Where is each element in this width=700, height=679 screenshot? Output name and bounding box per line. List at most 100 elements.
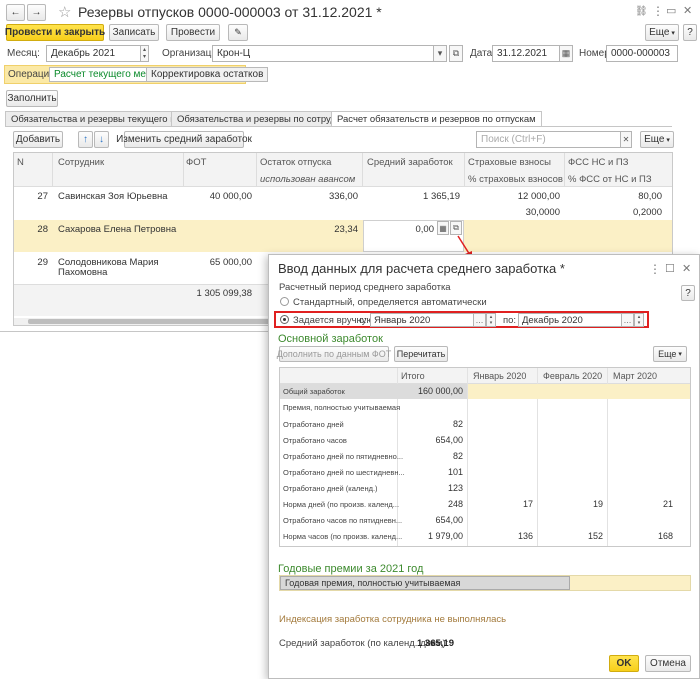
from-spinner[interactable]: ▴ ▾ xyxy=(486,313,496,327)
chevron-down-icon: ▾ xyxy=(678,351,682,358)
window-title: Резервы отпусков 0000-000003 от 31.12.20… xyxy=(78,4,382,20)
fill-button[interactable]: Заполнить xyxy=(6,90,58,107)
maximize-icon[interactable]: ☐ xyxy=(665,262,675,275)
row-label: Общий заработок xyxy=(283,387,345,396)
row-label: Отработано часов xyxy=(283,436,347,445)
move-down-button[interactable]: ↓ xyxy=(94,131,109,148)
month-field[interactable]: Декабрь 2021 xyxy=(46,45,141,62)
row-number: 28 xyxy=(37,224,48,235)
row-total: 654,00 xyxy=(435,515,463,525)
period-from-field[interactable]: Январь 2020 xyxy=(370,313,474,327)
row-label: Премия, полностью учитываемая xyxy=(283,403,401,412)
row-jan: 136 xyxy=(517,531,533,541)
chevron-down-icon: ▾ xyxy=(671,29,675,37)
col-fss-pct-header: % ФСС от НС и ПЗ xyxy=(568,174,652,185)
arrow-left-icon: ← xyxy=(10,7,21,18)
main-earnings-title: Основной заработок xyxy=(278,333,383,345)
organization-dropdown-button[interactable]: ▾ xyxy=(433,45,447,62)
row-total: 160 000,00 xyxy=(417,386,463,396)
dialog-more-button[interactable]: Еще ▾ xyxy=(653,346,687,362)
organization-field[interactable]: Крон-Ц xyxy=(212,45,434,62)
radio-standard[interactable] xyxy=(280,297,289,306)
row-jan: 17 xyxy=(522,499,533,509)
operation-adjust-toggle[interactable]: Корректировка остатков xyxy=(146,67,269,82)
open-icon: ⧉ xyxy=(453,223,459,232)
close-icon[interactable]: ✕ xyxy=(683,4,692,17)
back-button[interactable]: ← xyxy=(6,4,25,21)
row-number: 29 xyxy=(37,257,48,268)
more-label: Еще xyxy=(649,27,670,38)
more-vertical-icon[interactable]: ⋮ xyxy=(649,262,661,276)
number-field[interactable]: 0000-000003 xyxy=(606,45,678,62)
month-label: Месяц: xyxy=(7,48,40,59)
fill-by-fot-button[interactable]: Дополнить по данным ФОТ xyxy=(277,346,391,362)
row-total: 654,00 xyxy=(435,435,463,445)
forward-button[interactable]: → xyxy=(27,4,46,21)
search-clear-button[interactable]: ✕ xyxy=(620,131,632,148)
change-average-button[interactable]: Изменить средний заработок xyxy=(116,131,252,148)
post-button[interactable]: Провести xyxy=(166,24,220,41)
ok-button[interactable]: OK xyxy=(609,655,639,672)
help-button[interactable]: ? xyxy=(683,24,697,41)
period-to-field[interactable]: Декабрь 2020 xyxy=(518,313,622,327)
paperclip-icon: ✎ xyxy=(234,27,242,37)
favorite-star-icon[interactable]: ☆ xyxy=(58,3,71,21)
from-select-button[interactable]: … xyxy=(473,313,486,327)
row-label: Отработано дней xyxy=(283,420,344,429)
calendar-button[interactable]: ▦ xyxy=(559,45,573,62)
row-mar: 168 xyxy=(657,531,673,541)
post-and-close-button[interactable]: Провести и закрыть xyxy=(5,24,105,41)
organization-open-button[interactable]: ⧉ xyxy=(449,45,463,62)
row-average: 0,00 xyxy=(415,224,435,235)
row-label: Отработано дней по шестидневн... xyxy=(283,468,405,477)
close-icon[interactable]: ✕ xyxy=(682,262,691,275)
annual-bonus-row[interactable]: Годовая премия, полностью учитываемая xyxy=(280,576,570,590)
col-fot-header: ФОТ xyxy=(186,157,207,168)
to-spinner[interactable]: ▴ ▾ xyxy=(634,313,644,327)
row-label: Норма дней (по произв. календ... xyxy=(283,500,400,509)
restore-icon[interactable]: ▭ xyxy=(666,4,676,17)
tab-vacation-calc[interactable]: Расчет обязательств и резервов по отпуск… xyxy=(331,111,542,127)
month-spinner[interactable]: ▴ ▾ xyxy=(140,45,149,62)
add-button[interactable]: Добавить xyxy=(13,131,63,148)
col-fss-header: ФСС НС и ПЗ xyxy=(568,157,629,168)
row-fss: 80,00 xyxy=(638,191,662,202)
row-feb: 19 xyxy=(592,499,603,509)
more-vertical-icon[interactable]: ⋮ xyxy=(652,4,664,18)
save-button[interactable]: Записать xyxy=(109,24,159,41)
move-up-button[interactable]: ↑ xyxy=(78,131,93,148)
date-field[interactable]: 31.12.2021 xyxy=(492,45,560,62)
row-insurance: 12 000,00 xyxy=(517,191,560,202)
close-icon: ✕ xyxy=(622,135,630,144)
col-vacation-rest-header: Остаток отпуска xyxy=(260,157,332,168)
link-icon[interactable]: ⛓ xyxy=(635,6,648,17)
to-select-button[interactable]: … xyxy=(621,313,634,327)
row-label: Отработано дней (календ.) xyxy=(283,484,378,493)
row-total: 123 xyxy=(447,483,463,493)
more-button[interactable]: Еще ▾ xyxy=(645,24,679,41)
chevron-down-icon: ▾ xyxy=(437,48,443,58)
row-employee: Сахарова Елена Петровна xyxy=(58,224,177,235)
chevron-down-icon: ▾ xyxy=(666,136,670,144)
attach-button[interactable]: ✎ xyxy=(228,24,248,41)
row-total: 82 xyxy=(452,451,463,461)
to-label: по: xyxy=(503,315,517,326)
tab-underline xyxy=(5,126,672,127)
row-fot: 65 000,00 xyxy=(209,257,252,268)
calendar-icon: ▦ xyxy=(561,48,571,58)
grid-more-button[interactable]: Еще ▾ xyxy=(640,131,674,148)
search-input[interactable]: Поиск (Ctrl+F) xyxy=(476,131,621,148)
col-n-header: N xyxy=(17,157,24,168)
col-insurance-header: Страховые взносы xyxy=(468,157,551,168)
row-label: Норма часов (по произв. календ... xyxy=(283,532,403,541)
reread-button[interactable]: Перечитать xyxy=(394,346,448,362)
cancel-button[interactable]: Отмена xyxy=(645,655,691,672)
annual-bonus-title: Годовые премии за 2021 год xyxy=(278,563,424,575)
row-total: 248 xyxy=(447,499,463,509)
row-vacation-rest: 336,00 xyxy=(328,191,358,202)
help-button[interactable]: ? xyxy=(681,285,695,301)
row-vacation-rest: 23,34 xyxy=(334,224,358,235)
indexation-link[interactable]: Индексация заработка сотрудника не выпол… xyxy=(279,614,506,625)
arrow-down-icon: ↓ xyxy=(99,134,104,145)
period-label: Расчетный период среднего заработка xyxy=(279,282,451,293)
